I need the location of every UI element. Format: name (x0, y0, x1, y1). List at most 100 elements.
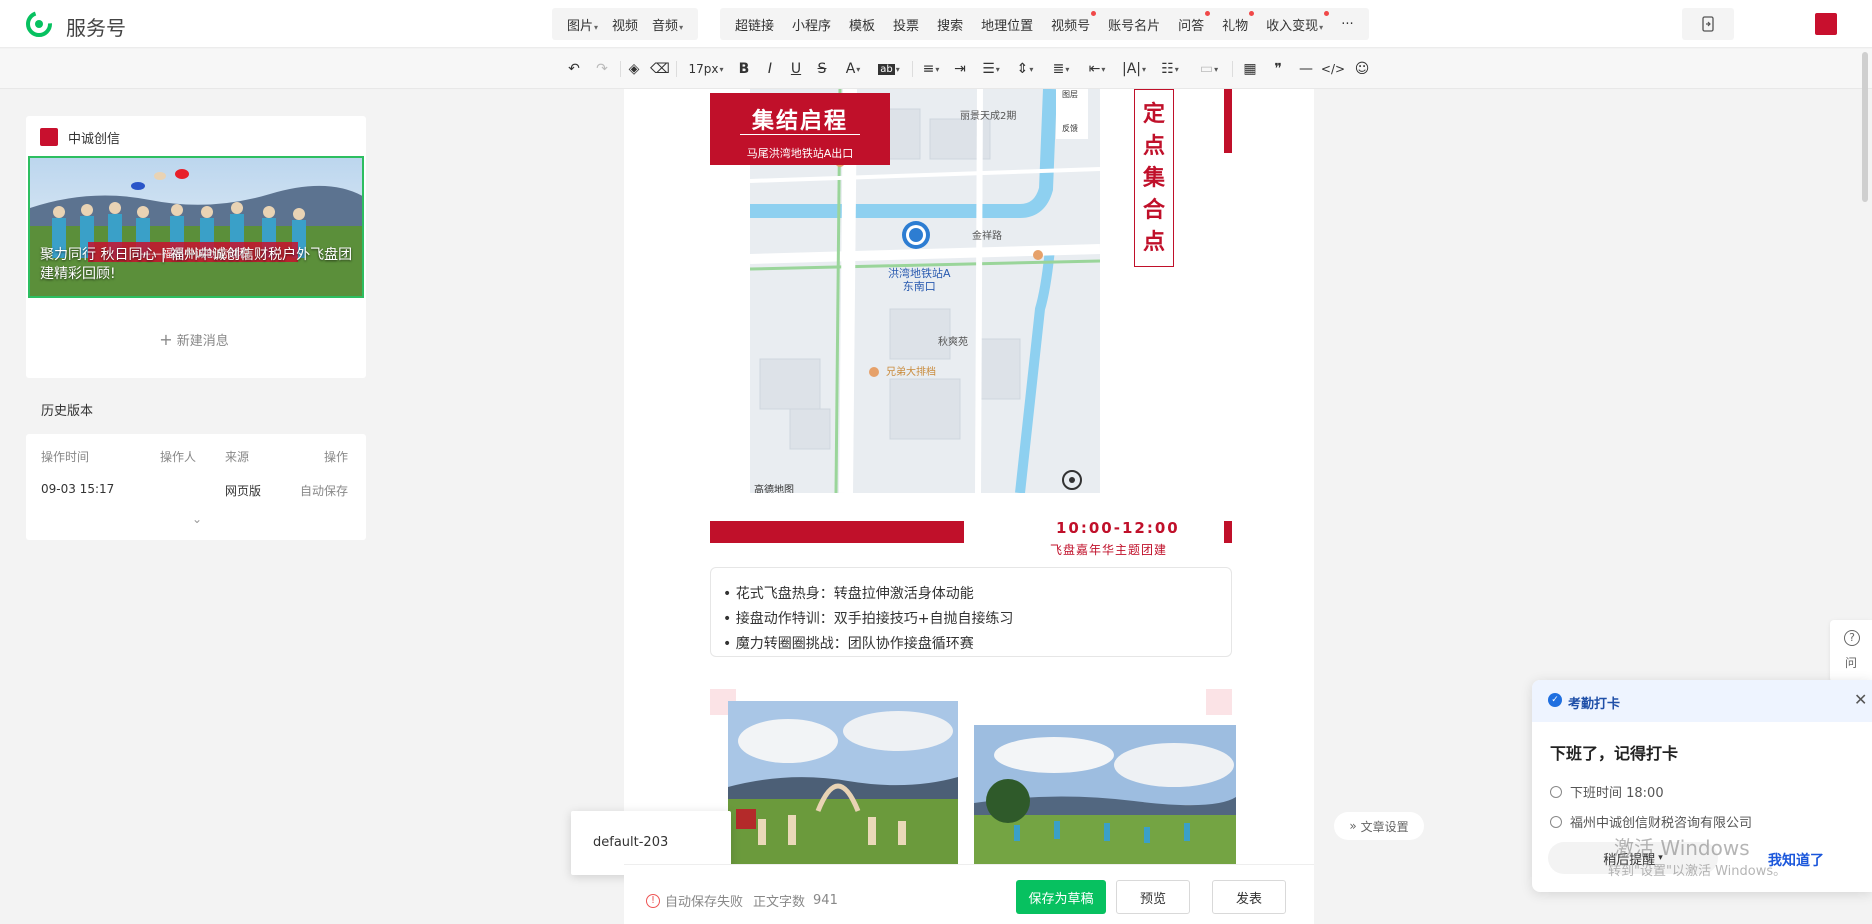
article-cover[interactable]: ——福州中诚创信财税 聚力同行 秋日同心 | 福州中诚创信财税户外飞盘团建精彩回… (28, 156, 364, 298)
logo-icon (26, 11, 52, 37)
article-settings-button[interactable]: » 文章设置 (1334, 812, 1424, 840)
help-widget[interactable]: ? 问 (1830, 620, 1872, 682)
location-icon (1550, 815, 1562, 828)
background-color-icon[interactable]: ab ▾ (874, 59, 904, 79)
banner-subtitle: 马尾洪湾地铁站A出口 (746, 147, 854, 160)
account-avatar[interactable] (1800, 8, 1852, 40)
menu-audio[interactable]: 音频▾ (645, 15, 690, 34)
menu-channels[interactable]: 视频号 (1044, 10, 1097, 34)
line-height-icon[interactable]: ⇕ ▾ (1012, 59, 1038, 79)
word-count: 941 (813, 893, 838, 908)
save-draft-button[interactable]: 保存为草稿 (1016, 880, 1106, 914)
menu-location[interactable]: 地理位置 (974, 15, 1040, 34)
quote-icon[interactable]: ❞ (1268, 59, 1288, 79)
undo-icon[interactable]: ↶ (564, 59, 584, 79)
menu-vote[interactable]: 投票 (886, 15, 926, 34)
menu-monetize[interactable]: 收入变现▾ (1259, 10, 1330, 34)
text-align-icon[interactable]: ☰ ▾ (978, 59, 1004, 79)
close-icon[interactable]: ✕ (1854, 690, 1867, 709)
preview-button[interactable]: 预览 (1116, 880, 1190, 914)
map-poi-label: 秋爽苑 (938, 337, 968, 348)
redo-icon[interactable]: ↷ (592, 59, 612, 79)
underline-icon[interactable]: U (788, 59, 804, 79)
chevron-down-icon[interactable]: ⌄ (192, 512, 202, 526)
device-preview-button[interactable] (1682, 8, 1734, 40)
top-bar: 服务号 图片▾ 视频 音频▾ 超链接 小程序 模板 投票 搜索 地理位置 视频号… (0, 0, 1872, 48)
app-brand: 服务号 (66, 16, 126, 40)
event-photo (728, 701, 958, 866)
menu-more[interactable]: ··· (1334, 17, 1360, 32)
article-cover-title: 聚力同行 秋日同心 | 福州中诚创信财税户外飞盘团建精彩回顾! (40, 247, 353, 282)
paragraph-spacing-icon[interactable]: ≣ ▾ (1048, 59, 1074, 79)
menu-qa[interactable]: 问答 (1171, 10, 1211, 34)
menu-image[interactable]: 图片▾ (560, 15, 605, 34)
media-menu-group: 图片▾ 视频 音频▾ (552, 8, 699, 40)
article-editor[interactable]: 洪湾地铁站A 东南口 金祥路 兄弟大排档 秋爽苑 丽景天成2期 图层 反馈 高德地… (624, 89, 1314, 924)
menu-miniprogram[interactable]: 小程序 (785, 15, 838, 34)
new-dot (1091, 10, 1097, 16)
history-header-action: 操作 (324, 450, 349, 464)
meeting-point-label: 定 点 集 合 点 (1134, 89, 1174, 267)
list-icon[interactable]: ☷ ▾ (1156, 59, 1184, 79)
decor-square (1206, 689, 1232, 715)
emoji-icon[interactable]: ☺ (1352, 59, 1372, 79)
border-icon[interactable]: ▭ ▾ (1196, 59, 1222, 79)
clear-format-icon[interactable]: ⌫ (650, 59, 670, 79)
gather-banner: 集结启程 马尾洪湾地铁站A出口 (710, 93, 890, 165)
font-color-icon[interactable]: A ▾ (840, 59, 866, 79)
map-feedback-button[interactable]: 反馈 (1062, 123, 1078, 134)
notification-title: 下班了，记得打卡 (1550, 744, 1679, 763)
table-icon[interactable]: ▦ (1240, 59, 1260, 79)
menu-gift[interactable]: 礼物 (1215, 10, 1255, 34)
chevron-double-down-icon: » (1349, 819, 1357, 833)
italic-icon[interactable]: I (762, 59, 778, 79)
company-row: 福州中诚创信财税咨询有限公司 (1550, 812, 1752, 831)
publish-button[interactable]: 发表 (1212, 880, 1286, 914)
question-icon: ? (1844, 630, 1860, 646)
insert-menu-group: 超链接 小程序 模板 投票 搜索 地理位置 视频号 账号名片 问答 礼物 收入变… (720, 8, 1369, 40)
menu-account-card[interactable]: 账号名片 (1101, 15, 1167, 34)
indent-size-icon[interactable]: ⇤ ▾ (1084, 59, 1110, 79)
avatar-icon (1815, 13, 1837, 35)
history-header-source: 来源 (225, 450, 250, 464)
history-row-action[interactable]: 自动保存 (300, 482, 348, 499)
history-card: 操作时间 操作人 来源 操作 09-03 15:17 网页版 自动保存 ⌄ (26, 434, 366, 540)
map-road-label: 金祥路 (972, 231, 1002, 242)
history-header-time: 操作时间 (41, 450, 90, 464)
history-row-time: 09-03 15:17 (41, 482, 115, 496)
caret-icon: ▾ (679, 22, 684, 32)
font-size-select[interactable]: 17px ▾ (684, 59, 728, 79)
banner-title: 集结启程 (751, 108, 848, 134)
format-painter-icon[interactable]: ◈ (624, 59, 644, 79)
history-row-source: 网页版 (225, 484, 262, 498)
new-message-button[interactable]: + 新建消息 (26, 330, 362, 349)
align-icon[interactable]: ≡ ▾ (918, 59, 944, 79)
menu-hyperlink[interactable]: 超链接 (728, 15, 781, 34)
history-title: 历史版本 (41, 404, 94, 419)
plus-icon: + (159, 330, 173, 349)
new-dot (1249, 10, 1255, 16)
tooltip-text: default-203 (593, 835, 669, 850)
activity-list: • 花式飞盘热身：转盘拉伸激活身体动能 • 接盘动作特训：双手拍接技巧+自抛自接… (710, 567, 1232, 657)
windows-activation-watermark: 激活 Windows (1614, 836, 1750, 860)
indent-icon[interactable]: ⇥ (950, 59, 970, 79)
map-layer-button[interactable]: 图层 (1062, 89, 1078, 100)
map-poi-label: 兄弟大排档 (886, 367, 936, 378)
time-range: 10:00-12:00 (1056, 519, 1180, 537)
autosave-warning: 自动保存失败 (665, 895, 744, 910)
code-icon[interactable]: </> (1321, 59, 1345, 79)
menu-video[interactable]: 视频 (605, 15, 645, 34)
divider-icon[interactable]: — (1296, 59, 1316, 79)
help-label: 问 (1845, 656, 1858, 670)
bold-icon[interactable]: B (736, 59, 752, 79)
menu-search[interactable]: 搜索 (930, 15, 970, 34)
red-accent-bar (1224, 521, 1232, 543)
letter-spacing-icon[interactable]: |A| ▾ (1120, 59, 1148, 79)
strikethrough-icon[interactable]: S (814, 59, 830, 79)
map-poi-label: 丽景天成2期 (960, 111, 1017, 122)
caret-icon: ▾ (594, 22, 599, 32)
list-item: • 接盘动作特训：双手拍接技巧+自抛自接练习 (723, 611, 1014, 627)
menu-template[interactable]: 模板 (842, 15, 882, 34)
page-scrollbar[interactable] (1862, 52, 1868, 202)
map-brand: 高德地图 (754, 485, 794, 493)
